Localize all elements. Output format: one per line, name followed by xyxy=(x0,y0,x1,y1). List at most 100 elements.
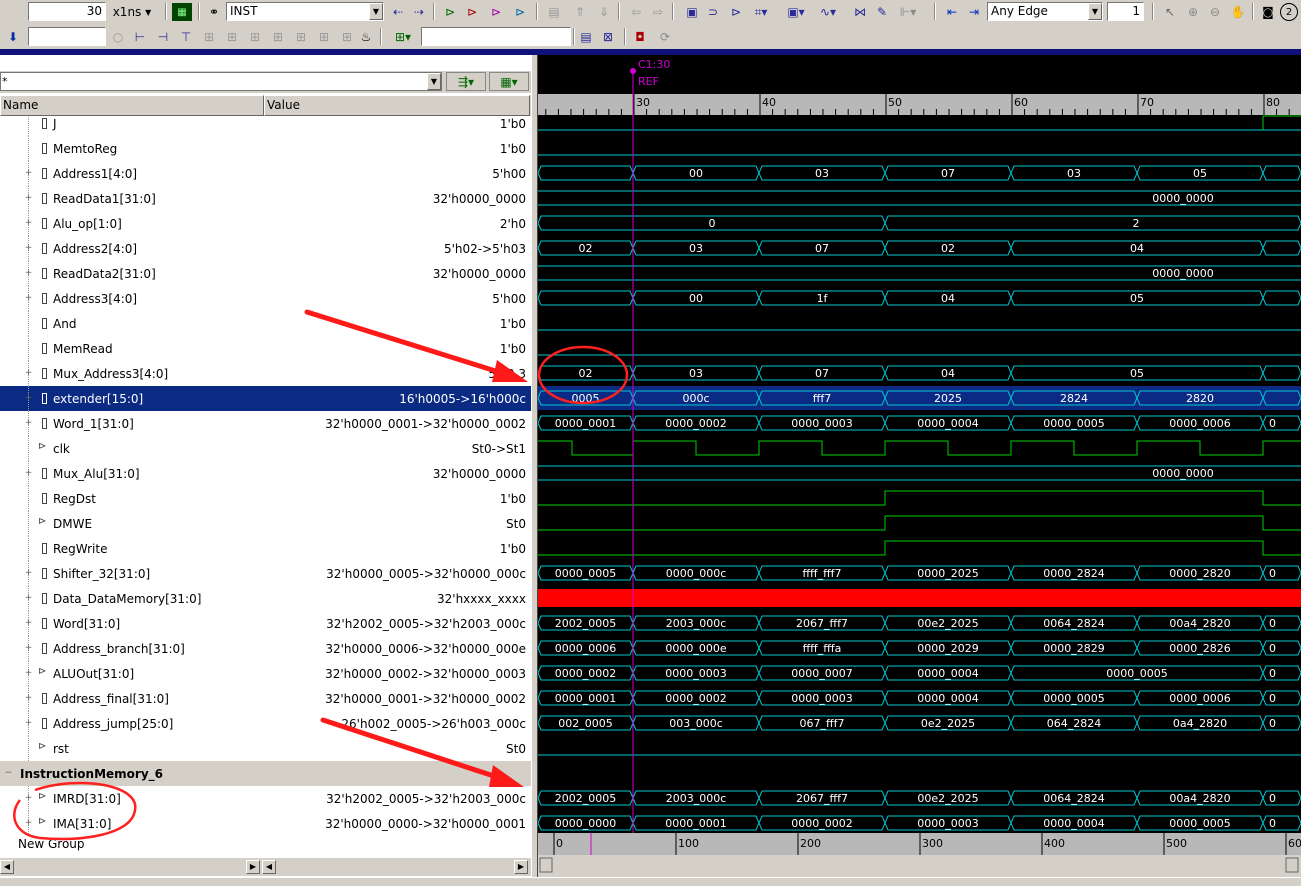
signal-row[interactable]: + Alu_op[1:0] 2'h0 xyxy=(0,211,531,236)
stop-icon[interactable]: ◙ xyxy=(1258,3,1278,21)
hierarchy-icon[interactable]: ▦ xyxy=(172,3,192,21)
signal-row[interactable]: MemRead 1'b0 xyxy=(0,336,531,361)
expand-all-icon[interactable]: ⇶▾ xyxy=(446,72,486,91)
expand-icon[interactable]: + xyxy=(24,594,33,603)
filter7-icon[interactable]: ⊞ xyxy=(337,28,357,46)
help-icon[interactable]: 2 xyxy=(1280,3,1298,21)
signal-row[interactable]: ⊳ DMWE St0 xyxy=(0,511,531,536)
binoculars-icon[interactable]: ⚭ xyxy=(204,3,224,21)
tree-add-icon[interactable]: ⊞▾ xyxy=(388,28,418,46)
save-icon[interactable]: ▤ xyxy=(544,3,564,21)
edge-select[interactable]: Any Edge ▼ xyxy=(987,2,1103,21)
expand-icon[interactable]: + xyxy=(24,644,33,653)
signal-row[interactable]: + Address_jump[25:0] 26'h002_0005->26'h003… xyxy=(0,711,531,736)
signal-row[interactable]: + ⊳ ALUOut[31:0] 32'h0000_0002->32'h0000_00… xyxy=(0,661,531,686)
expand-icon[interactable]: + xyxy=(24,669,33,678)
signal-row[interactable]: RegDst 1'b0 xyxy=(0,486,531,511)
pen-icon[interactable]: ✎ xyxy=(872,3,892,21)
signal-row[interactable]: + Address_final[31:0] 32'h0000_0001->32'h0… xyxy=(0,686,531,711)
expand-icon[interactable]: + xyxy=(24,369,33,378)
expand-icon[interactable]: + xyxy=(24,719,33,728)
signal-row[interactable]: ⊳ clk St0->St1 xyxy=(0,436,531,461)
search-input[interactable]: INST ▼ xyxy=(226,2,384,21)
arrow-down-icon[interactable]: ⬇ xyxy=(4,28,22,46)
expand-icon[interactable]: + xyxy=(24,819,33,828)
signal-row[interactable]: + Data_DataMemory[31:0] 32'hxxxx_xxxx xyxy=(0,586,531,611)
signal-row[interactable]: MemtoReg 1'b0 xyxy=(0,136,531,161)
value-input[interactable] xyxy=(28,27,106,46)
redo-icon[interactable]: ⇨ xyxy=(648,3,668,21)
filter5-icon[interactable]: ⊞ xyxy=(291,28,311,46)
expand-icon[interactable]: + xyxy=(24,794,33,803)
collapse-icon[interactable]: − xyxy=(4,769,13,778)
zoom-in-icon[interactable]: ⊕ xyxy=(1183,3,1203,21)
driver-icon[interactable]: ⊳ xyxy=(440,3,460,21)
pane-splitter[interactable] xyxy=(531,55,538,877)
edge-count-input[interactable]: 1 xyxy=(1107,2,1144,21)
scope-icon[interactable]: ∿▾ xyxy=(815,3,841,21)
new-group-label[interactable]: New Group xyxy=(18,837,85,851)
signal-row[interactable]: + extender[15:0] 16'h0005->16'h000c xyxy=(0,386,531,411)
undo-icon[interactable]: ⇦ xyxy=(626,3,646,21)
expand-icon[interactable]: + xyxy=(24,169,33,178)
signal-row[interactable]: + ReadData2[31:0] 32'h0000_0000 xyxy=(0,261,531,286)
posedge-icon[interactable]: ⊢ xyxy=(130,28,150,46)
time-input[interactable]: 30 xyxy=(28,2,106,21)
radio-icon[interactable]: ○ xyxy=(111,28,125,46)
horizontal-scrollbar[interactable]: ◀ ▶ ◀ ▶ xyxy=(0,858,531,876)
signal-row[interactable]: + ⊳ IMRD[31:0] 32'h2002_0005->32'h2003_000c xyxy=(0,786,531,811)
bus-split-icon[interactable]: ⊩▾ xyxy=(895,3,921,21)
name-column-header[interactable]: Name xyxy=(0,95,264,116)
trace-icon[interactable]: ⊳ xyxy=(486,3,506,21)
filter1-icon[interactable]: ⊞ xyxy=(199,28,219,46)
expand-icon[interactable]: + xyxy=(24,419,33,428)
signal-row[interactable]: + Mux_Alu[31:0] 32'h0000_0000 xyxy=(0,461,531,486)
lamp-icon[interactable]: ♨ xyxy=(358,28,374,46)
signal-row[interactable]: + ReadData1[31:0] 32'h0000_0000 xyxy=(0,186,531,211)
hand-icon[interactable]: ✋ xyxy=(1228,3,1248,21)
view-options-icon[interactable]: ▦▾ xyxy=(489,72,529,91)
signal-row[interactable]: + Address_branch[31:0] 32'h0000_0006->32'h… xyxy=(0,636,531,661)
frame-icon[interactable]: ▣▾ xyxy=(783,3,809,21)
gate2-icon[interactable]: ⊳ xyxy=(725,3,747,21)
expand-icon[interactable]: + xyxy=(24,219,33,228)
signal-row[interactable]: + Word_1[31:0] 32'h0000_0001->32'h0000_000… xyxy=(0,411,531,436)
refresh-icon[interactable]: ⟳ xyxy=(655,28,675,46)
filter4-icon[interactable]: ⊞ xyxy=(268,28,288,46)
search-back-icon[interactable]: ⇠ xyxy=(388,3,408,21)
close-table-icon[interactable]: ⊠ xyxy=(598,28,618,46)
signal-dropdown[interactable] xyxy=(421,27,571,46)
expand-icon[interactable]: + xyxy=(24,269,33,278)
grid-icon[interactable]: ⌗▾ xyxy=(748,3,774,21)
signal-group-row[interactable]: − InstructionMemory_6 xyxy=(0,761,531,786)
load-icon[interactable]: ⊳ xyxy=(462,3,482,21)
search-forward-icon[interactable]: ⇢ xyxy=(409,3,429,21)
prev-edge-icon[interactable]: ⇤ xyxy=(942,3,962,21)
next-edge-icon[interactable]: ⇥ xyxy=(964,3,984,21)
download-icon[interactable]: ⇓ xyxy=(594,3,614,21)
table-icon[interactable]: ▤ xyxy=(576,28,596,46)
signal-row[interactable]: RegWrite 1'b0 xyxy=(0,536,531,561)
signal-row[interactable]: + Address1[4:0] 5'h00 xyxy=(0,161,531,186)
anyedge-icon[interactable]: ⊤ xyxy=(176,28,196,46)
expand-icon[interactable]: + xyxy=(24,394,33,403)
filter2-icon[interactable]: ⊞ xyxy=(222,28,242,46)
signal-row[interactable]: J 1'b0 xyxy=(0,116,531,136)
filter6-icon[interactable]: ⊞ xyxy=(314,28,334,46)
expand-icon[interactable]: + xyxy=(24,194,33,203)
expand-icon[interactable]: + xyxy=(24,619,33,628)
expand-icon[interactable]: + xyxy=(24,294,33,303)
expand-icon[interactable]: + xyxy=(24,694,33,703)
signal-row[interactable]: + Mux_Address3[4:0] 5'h0 3 xyxy=(0,361,531,386)
signal-row[interactable]: + Address2[4:0] 5'h02->5'h03 xyxy=(0,236,531,261)
filter3-icon[interactable]: ⊞ xyxy=(245,28,265,46)
expand-icon[interactable]: + xyxy=(24,469,33,478)
signal-row[interactable]: + Word[31:0] 32'h2002_0005->32'h2003_000c xyxy=(0,611,531,636)
signal-row[interactable]: ⊳ rst St0 xyxy=(0,736,531,761)
gate-icon[interactable]: ⊃ xyxy=(702,3,724,21)
upload-icon[interactable]: ⇑ xyxy=(570,3,590,21)
signal-row[interactable]: And 1'b0 xyxy=(0,311,531,336)
value-column-header[interactable]: Value xyxy=(264,95,530,116)
record-icon[interactable]: ◘ xyxy=(630,28,650,46)
time-unit-dropdown[interactable]: x1ns ▼ xyxy=(108,3,156,21)
